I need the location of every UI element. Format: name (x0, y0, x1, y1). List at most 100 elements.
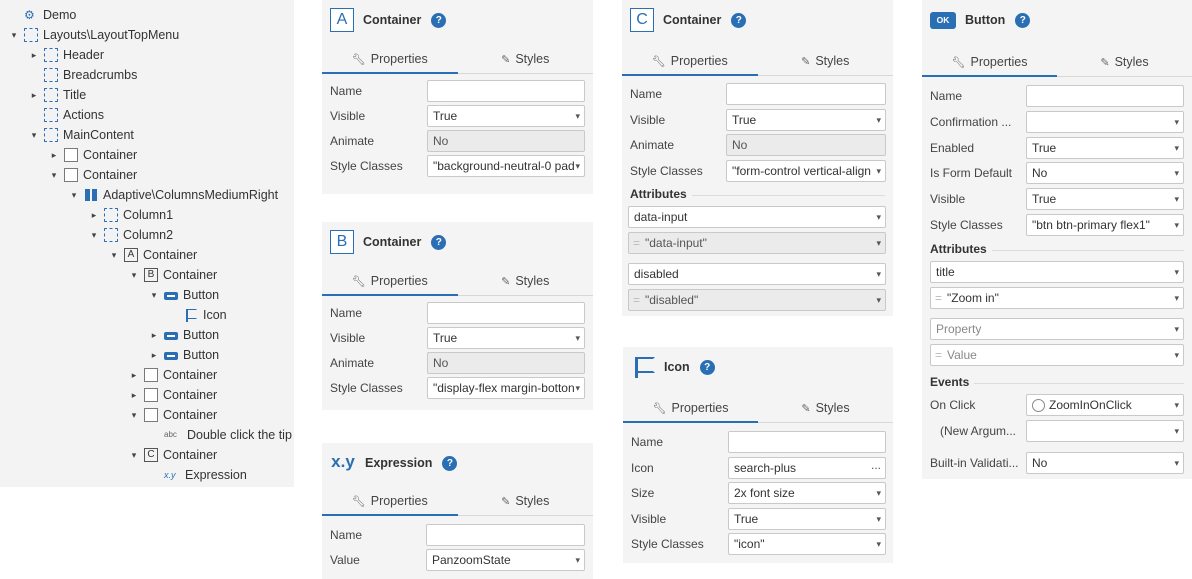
tree-node[interactable]: ▾ A Container (108, 245, 197, 265)
tab-styles[interactable]: ✎ Styles (458, 44, 594, 73)
help-icon[interactable]: ? (699, 359, 715, 375)
collapse-arrow-icon[interactable]: ▾ (128, 265, 140, 285)
property-dropdown[interactable]: "background-neutral-0 pad (427, 155, 585, 177)
collapse-arrow-icon[interactable]: ▾ (88, 225, 100, 245)
property-dropdown[interactable]: No (1026, 162, 1184, 185)
collapse-arrow-icon[interactable]: ▾ (128, 445, 140, 465)
tree-node[interactable]: ▾ Container (128, 405, 217, 425)
tree-node[interactable]: ▸ Button (148, 345, 219, 365)
attribute-value-dropdown[interactable]: "disabled" (628, 289, 886, 311)
property-dropdown[interactable]: 2x font size (728, 482, 886, 504)
tree-node[interactable]: Breadcrumbs (28, 65, 137, 85)
tab-styles[interactable]: ✎ Styles (1057, 47, 1192, 76)
property-dropdown[interactable]: True (427, 105, 585, 127)
collapse-arrow-icon[interactable]: ▾ (8, 25, 20, 45)
collapse-arrow-icon[interactable]: ▾ (148, 285, 160, 305)
property-dropdown[interactable]: True (427, 327, 585, 349)
help-icon[interactable]: ? (431, 234, 447, 250)
attribute-name-dropdown[interactable]: disabled (628, 263, 886, 285)
collapse-arrow-icon[interactable]: ▾ (128, 405, 140, 425)
tree-node[interactable]: ▸ Container (48, 145, 137, 165)
tree-node[interactable]: ▾ MainContent (28, 125, 134, 145)
tree-node[interactable]: ▸ Container (128, 365, 217, 385)
property-label: Style Classes (930, 218, 1003, 232)
tree-node[interactable]: ▸ Column1 (88, 205, 173, 225)
attribute-name-dropdown[interactable]: data-input (628, 206, 886, 228)
property-dropdown[interactable]: "display-flex margin-botton (427, 377, 585, 399)
property-dropdown[interactable]: True (726, 108, 886, 131)
property-dropdown[interactable]: True (728, 507, 886, 530)
expand-arrow-icon[interactable]: ▸ (128, 365, 140, 385)
tree-node[interactable]: ▸ Container (128, 385, 217, 405)
collapse-arrow-icon[interactable]: ▾ (28, 125, 40, 145)
property-input[interactable]: search-plus (728, 456, 886, 479)
tree-node[interactable]: ▸ Header (28, 45, 104, 65)
property-dropdown[interactable]: ZoomInOnClick (1026, 394, 1184, 416)
property-input[interactable] (1026, 85, 1184, 107)
tab-properties[interactable]: 🔧︎ Properties (922, 47, 1057, 77)
tab-styles[interactable]: ✎ Styles (458, 486, 594, 515)
tree-node[interactable]: ▾ Column2 (88, 225, 173, 245)
attribute-value-dropdown[interactable]: "Zoom in" (930, 287, 1184, 309)
help-icon[interactable]: ? (442, 455, 458, 471)
property-input[interactable] (426, 524, 585, 546)
property-input[interactable] (728, 431, 886, 453)
property-dropdown[interactable]: No (1026, 452, 1184, 474)
tree-node[interactable]: ▾ Adaptive\ColumnsMediumRight (68, 185, 278, 205)
property-dropdown[interactable] (1026, 110, 1184, 133)
tree-node[interactable]: ▾ Container (48, 165, 137, 185)
property-input[interactable] (427, 80, 585, 102)
container-b-icon: B (144, 268, 158, 282)
help-icon[interactable]: ? (731, 12, 747, 28)
tab-properties[interactable]: 🔧︎ Properties (322, 44, 458, 74)
property-dropdown[interactable]: "btn btn-primary flex1" (1026, 214, 1184, 236)
property-dropdown[interactable]: "icon" (728, 533, 886, 555)
tree-node[interactable]: ▾ Layouts\LayoutTopMenu (8, 25, 179, 45)
attribute-name-dropdown[interactable]: title (930, 261, 1184, 283)
attribute-name-dropdown[interactable]: Property (930, 318, 1184, 340)
tab-styles[interactable]: ✎ Styles (458, 266, 594, 295)
tree-node[interactable]: ⚙ Demo (8, 5, 76, 25)
attribute-value-dropdown[interactable]: "data-input" (628, 232, 886, 254)
tree-node[interactable]: Icon (168, 305, 227, 325)
tab-properties[interactable]: 🔧︎ Properties (623, 393, 758, 423)
expand-arrow-icon[interactable]: ▸ (28, 45, 40, 65)
tree-node[interactable]: x.y Expression (148, 465, 247, 485)
help-icon[interactable]: ? (431, 12, 447, 28)
attribute-value-dropdown[interactable]: Value (930, 344, 1184, 366)
property-input[interactable] (726, 83, 886, 105)
tab-properties[interactable]: 🔧︎ Properties (622, 46, 758, 76)
expand-arrow-icon[interactable]: ▸ (148, 325, 160, 345)
columns-icon (84, 188, 98, 202)
placeholder-icon (44, 48, 58, 62)
tree-node[interactable]: ▾ C Container (128, 445, 217, 465)
tree-node[interactable]: ▸ Button (148, 325, 219, 345)
property-dropdown[interactable]: True (1026, 136, 1184, 159)
collapse-arrow-icon[interactable]: ▾ (48, 165, 60, 185)
wrench-icon: 🔧︎ (351, 54, 366, 66)
expand-arrow-icon[interactable]: ▸ (48, 145, 60, 165)
expand-arrow-icon[interactable]: ▸ (128, 385, 140, 405)
tab-properties[interactable]: 🔧︎ Properties (322, 266, 458, 296)
collapse-arrow-icon[interactable]: ▾ (68, 185, 80, 205)
tab-styles[interactable]: ✎ Styles (758, 393, 893, 422)
tab-label: Styles (515, 274, 550, 288)
tab-styles[interactable]: ✎ Styles (758, 46, 894, 75)
property-dropdown[interactable]: True (1026, 188, 1184, 211)
tree-node[interactable]: Actions (28, 105, 104, 125)
property-input[interactable] (427, 302, 585, 324)
expand-arrow-icon[interactable]: ▸ (88, 205, 100, 225)
tree-node[interactable]: abc Double click the tip (148, 425, 292, 445)
collapse-arrow-icon[interactable]: ▾ (108, 245, 120, 265)
tree-node[interactable]: ▸ Title (28, 85, 86, 105)
property-label: Confirmation ... (930, 114, 1012, 129)
expand-arrow-icon[interactable]: ▸ (148, 345, 160, 365)
tree-node[interactable]: ▾ B Container (128, 265, 217, 285)
expand-arrow-icon[interactable]: ▸ (28, 85, 40, 105)
property-dropdown[interactable]: "form-control vertical-align (726, 159, 886, 182)
tree-node[interactable]: ▾ Button (148, 285, 219, 305)
tab-properties[interactable]: 🔧︎ Properties (322, 486, 458, 516)
property-dropdown[interactable] (1026, 420, 1184, 442)
help-icon[interactable]: ? (1015, 12, 1031, 28)
property-dropdown[interactable]: PanzoomState (426, 549, 585, 571)
